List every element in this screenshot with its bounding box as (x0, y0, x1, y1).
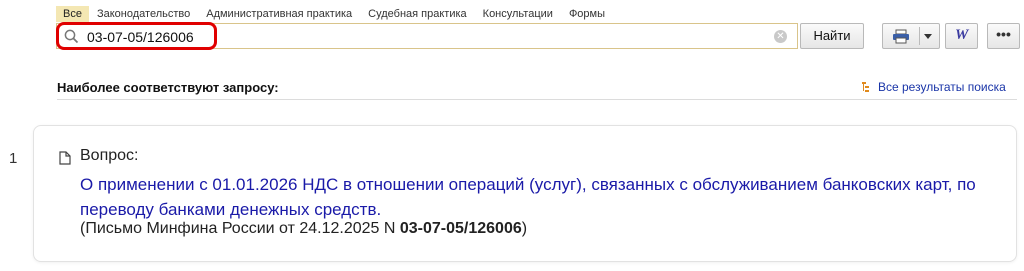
clear-icon[interactable]: ✕ (774, 30, 787, 43)
source-number: 03-07-05/126006 (399, 220, 522, 237)
result-source: (Письмо Минфина России от 24.12.2025 N 0… (80, 220, 527, 238)
find-button[interactable]: Найти (800, 23, 864, 49)
source-suffix: ) (521, 220, 528, 237)
tab-judicial-practice[interactable]: Судебная практика (360, 6, 474, 22)
result-number: 1 (9, 150, 18, 167)
tab-forms[interactable]: Формы (561, 6, 613, 22)
tab-consultations[interactable]: Консультации (475, 6, 561, 22)
section-title: Наиболее соответствуют запросу: (57, 80, 279, 95)
document-icon (59, 151, 71, 165)
all-results-label[interactable]: Все результаты поиска (878, 80, 1006, 94)
export-word-button[interactable]: W (945, 23, 978, 49)
all-results-link[interactable]: Все результаты поиска (862, 80, 1006, 94)
tab-legislation[interactable]: Законодательство (89, 6, 198, 22)
source-prefix: (Письмо Минфина России от 24.12.2025 N (80, 220, 400, 237)
search-box: ✕ (56, 23, 798, 49)
search-tabs: Все Законодательство Административная пр… (56, 6, 613, 22)
printer-icon (893, 29, 909, 44)
search-input[interactable] (87, 27, 777, 47)
search-icon (64, 29, 79, 44)
tab-administrative-practice[interactable]: Административная практика (198, 6, 360, 22)
tab-all[interactable]: Все (56, 6, 89, 22)
result-title-link[interactable]: О применении с 01.01.2026 НДС в отношени… (80, 172, 990, 222)
word-icon: W (955, 27, 969, 43)
more-button[interactable]: ••• (987, 23, 1020, 49)
print-button[interactable] (882, 23, 940, 49)
divider (57, 99, 1017, 100)
chevron-down-icon[interactable] (924, 34, 932, 39)
print-divider (919, 27, 920, 45)
result-label: Вопрос: (80, 147, 139, 164)
list-tree-icon (862, 81, 869, 92)
